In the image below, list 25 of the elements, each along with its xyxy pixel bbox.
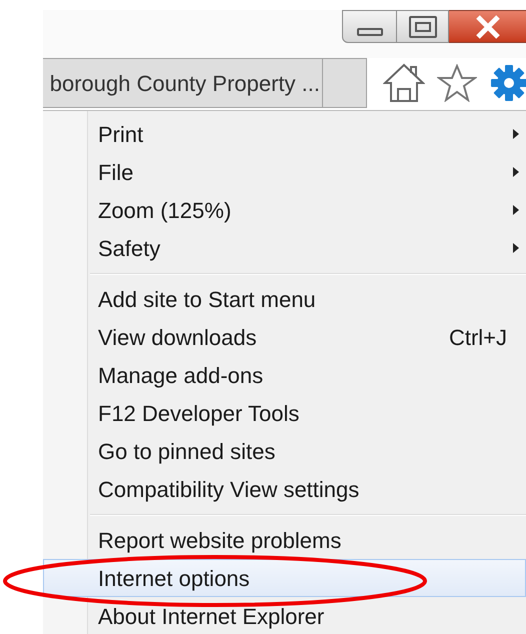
menu-item[interactable]: View downloads Ctrl+J <box>43 318 526 356</box>
maximize-icon <box>408 16 436 38</box>
minimize-icon <box>356 28 382 36</box>
menu-item[interactable]: Zoom (125%) <box>43 191 526 229</box>
menu-item[interactable]: Report website problems <box>43 521 526 559</box>
home-icon[interactable] <box>383 63 425 103</box>
minimize-button[interactable] <box>342 10 397 43</box>
close-button[interactable] <box>449 10 526 43</box>
menu-item[interactable]: Add site to Start menu <box>43 280 526 318</box>
menu-item[interactable]: Manage add-ons <box>43 356 526 394</box>
menu-item[interactable]: Go to pinned sites <box>43 432 526 470</box>
shortcut-label: Ctrl+J <box>448 324 507 352</box>
settings-icon[interactable] <box>490 64 526 102</box>
menu-item[interactable]: Compatibility View settings <box>43 470 526 508</box>
menu-item[interactable]: File <box>43 153 526 191</box>
maximize-button[interactable] <box>397 10 449 43</box>
star-icon[interactable] <box>437 64 477 102</box>
browser-tab[interactable]: borough County Property ... <box>43 58 367 108</box>
menu-item[interactable]: About Internet Explorer <box>43 597 526 634</box>
menu-item[interactable]: Print <box>43 115 526 153</box>
menu-item[interactable]: F12 Developer Tools <box>43 394 526 432</box>
tab-title: borough County Property ... <box>43 59 323 107</box>
menu-item[interactable]: Internet options <box>43 559 526 597</box>
menu-item[interactable]: Safety <box>43 229 526 267</box>
close-icon <box>474 14 500 38</box>
